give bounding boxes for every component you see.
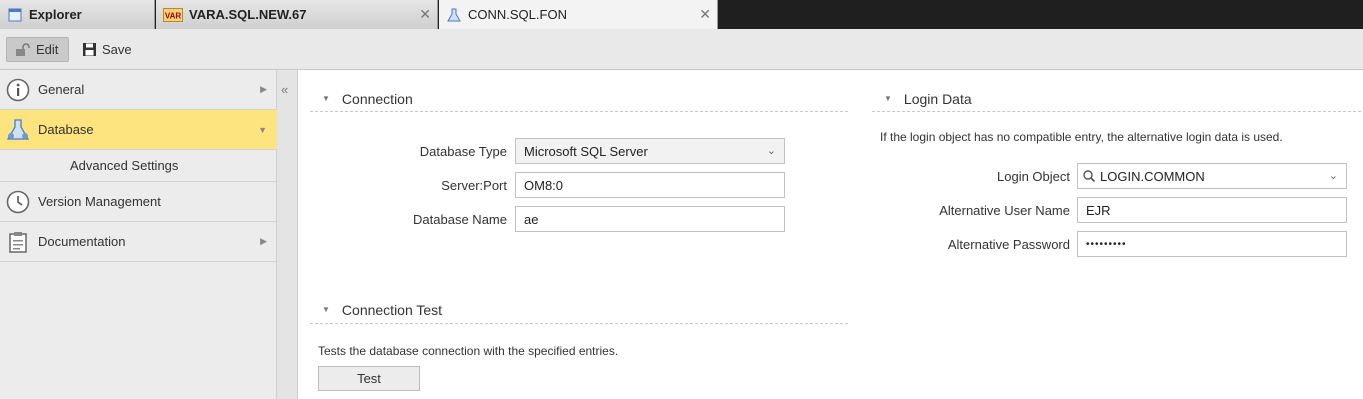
toolbar: Edit Save: [0, 29, 1363, 70]
sidebar-subitem-label: Advanced Settings: [70, 158, 179, 173]
login-object-value: LOGIN.COMMON: [1100, 168, 1205, 184]
chevron-right-icon: ▶: [260, 236, 267, 246]
server-port-value: OM8:0: [524, 177, 564, 193]
close-icon[interactable]: ✕: [699, 7, 711, 21]
sidebar-item-label: Documentation: [38, 234, 126, 249]
login-object-select[interactable]: LOGIN.COMMON ⌄: [1077, 163, 1347, 189]
section-title: Connection: [341, 90, 413, 107]
sidebar-item-label: Version Management: [38, 194, 161, 209]
section-title: Login Data: [903, 90, 972, 107]
sidebar-item-version-management[interactable]: Version Management: [0, 182, 277, 222]
alt-user-name-value: EJR: [1086, 202, 1111, 218]
collapse-triangle-icon: ▼: [322, 94, 330, 103]
collapse-triangle-icon: ▼: [884, 94, 892, 103]
var-icon: VAR: [163, 7, 183, 23]
chevron-down-icon: ▼: [258, 124, 267, 135]
server-port-input[interactable]: OM8:0: [515, 172, 785, 198]
info-icon: [5, 77, 31, 103]
alt-user-name-input[interactable]: EJR: [1077, 197, 1347, 223]
database-name-input[interactable]: ae: [515, 206, 785, 232]
save-label: Save: [102, 42, 132, 57]
main-content: ▼ Connection Database Type Microsoft SQL…: [298, 70, 1363, 399]
database-type-select[interactable]: Microsoft SQL Server ⌄: [515, 138, 785, 164]
test-button[interactable]: Test: [318, 366, 420, 391]
login-object-label: Login Object: [997, 169, 1070, 184]
tab-vara-sql[interactable]: VAR VARA.SQL.NEW.67 ✕: [156, 0, 438, 29]
sidebar-item-label: General: [38, 82, 85, 97]
collapse-triangle-icon: ▼: [322, 305, 330, 314]
sidebar: General ▶ Database ▼ Advanced Settings V…: [0, 70, 277, 399]
alt-password-input[interactable]: •••••••••: [1077, 231, 1347, 257]
section-title: Connection Test: [341, 301, 443, 318]
tab-bar: Explorer VAR VARA.SQL.NEW.67 ✕ CONN.SQL.…: [0, 0, 1363, 29]
search-icon: [1083, 170, 1096, 183]
tab-label: CONN.SQL.FON: [468, 7, 567, 22]
chevron-down-icon: ⌄: [1328, 170, 1338, 182]
tab-label: Explorer: [29, 7, 82, 22]
test-button-label: Test: [357, 371, 381, 386]
clipboard-icon: [5, 229, 31, 255]
sidebar-collapse-button[interactable]: «: [277, 70, 298, 399]
chevron-down-icon: ⌄: [766, 145, 776, 157]
connection-test-section-header[interactable]: ▼ Connection Test: [310, 296, 848, 324]
clock-icon: [5, 189, 31, 215]
explorer-icon: [7, 7, 23, 23]
save-icon: [83, 43, 96, 56]
save-button[interactable]: Save: [74, 37, 140, 62]
unlock-icon: [16, 42, 30, 56]
sidebar-subitem-advanced-settings[interactable]: Advanced Settings: [0, 150, 277, 182]
alt-password-label: Alternative Password: [947, 237, 1070, 252]
sidebar-item-label: Database: [38, 122, 94, 137]
database-name-value: ae: [524, 211, 539, 227]
svg-text:VAR: VAR: [165, 11, 182, 20]
database-type-value: Microsoft SQL Server: [524, 143, 648, 159]
database-name-label: Database Name: [413, 212, 507, 227]
close-icon[interactable]: ✕: [419, 7, 431, 21]
connection-test-description: Tests the database connection with the s…: [318, 344, 619, 358]
login-data-description: If the login object has no compatible en…: [880, 130, 1283, 144]
server-port-label: Server:Port: [441, 178, 507, 193]
alt-password-value: •••••••••: [1086, 238, 1127, 250]
alt-user-name-label: Alternative User Name: [939, 203, 1070, 218]
edit-label: Edit: [36, 42, 59, 57]
sidebar-item-general[interactable]: General ▶: [0, 70, 277, 110]
connection-icon: [446, 7, 462, 23]
login-data-section-header[interactable]: ▼ Login Data: [872, 86, 1361, 112]
edit-button[interactable]: Edit: [6, 37, 69, 62]
sidebar-item-documentation[interactable]: Documentation ▶: [0, 222, 277, 262]
tab-label: VARA.SQL.NEW.67: [189, 7, 307, 22]
database-icon: [5, 117, 31, 143]
tab-conn-sql[interactable]: CONN.SQL.FON ✕: [439, 0, 718, 29]
connection-section-header[interactable]: ▼ Connection: [310, 86, 848, 112]
double-chevron-left-icon: «: [281, 82, 289, 97]
sidebar-item-database[interactable]: Database ▼: [0, 110, 277, 150]
chevron-right-icon: ▶: [260, 84, 267, 94]
tab-explorer[interactable]: Explorer: [0, 0, 155, 29]
database-type-label: Database Type: [419, 144, 507, 159]
